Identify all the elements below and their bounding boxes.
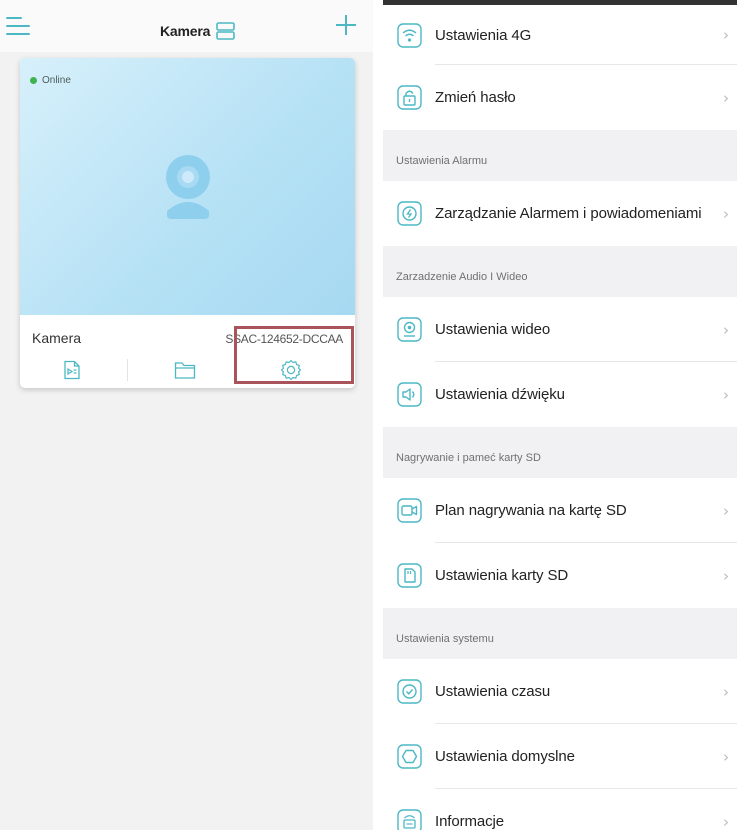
- clock-check-icon: [397, 679, 422, 704]
- row-label: Ustawienia dźwięku: [435, 386, 565, 403]
- camera-list-panel: Kamera Online Kamera SSAC-124652-DCCAA: [0, 0, 373, 830]
- row-label: Ustawienia domyslne: [435, 748, 575, 765]
- chevron-right-icon: ›: [723, 88, 729, 107]
- row-label: Informacje: [435, 813, 505, 830]
- page-title: Kamera: [160, 23, 211, 39]
- chevron-right-icon: ›: [723, 385, 729, 404]
- sd-card-icon: [397, 563, 422, 588]
- plus-icon[interactable]: [335, 14, 357, 36]
- top-bar: Kamera: [0, 0, 373, 52]
- wifi-signal-icon: [397, 22, 422, 48]
- settings-row-password[interactable]: Zmień hasło ›: [383, 65, 737, 130]
- online-dot: [30, 77, 37, 84]
- alarm-icon: [397, 201, 422, 226]
- speaker-icon: [397, 382, 422, 407]
- row-label: Ustawienia czasu: [435, 683, 551, 700]
- settings-row-time[interactable]: Ustawienia czasu ›: [383, 659, 737, 724]
- chevron-right-icon: ›: [723, 320, 729, 339]
- settings-row-info[interactable]: Informacje ›: [383, 789, 737, 830]
- chevron-right-icon: ›: [723, 682, 729, 701]
- chevron-right-icon: ›: [723, 747, 729, 766]
- camera-name: Kamera: [32, 330, 82, 346]
- camera-placeholder-icon: [166, 155, 210, 219]
- hexagon-icon: [397, 744, 422, 769]
- chevron-right-icon: ›: [723, 204, 729, 223]
- row-label: Ustawienia wideo: [435, 321, 551, 338]
- row-label: Zarządzanie Alarmem i powiadomeniami: [435, 205, 702, 222]
- hamburger-menu-icon[interactable]: [6, 17, 30, 37]
- chevron-right-icon: ›: [723, 812, 729, 830]
- section-header-alarm: Ustawienia Alarmu: [383, 130, 737, 181]
- status-badge: Online: [30, 75, 71, 86]
- section-header-recording: Nagrywanie i pameć karty SD: [383, 427, 737, 478]
- settings-row-4g[interactable]: Ustawienia 4G ›: [383, 5, 737, 65]
- chevron-right-icon: ›: [723, 566, 729, 585]
- settings-panel: Ustawienia 4G › Zmień hasło › Ustawienia…: [383, 0, 737, 830]
- settings-row-video[interactable]: Ustawienia wideo ›: [383, 297, 737, 362]
- row-label: Zmień hasło: [435, 89, 516, 106]
- device-info-icon: [397, 809, 422, 830]
- chevron-right-icon: ›: [723, 26, 729, 44]
- row-label: Ustawienia karty SD: [435, 567, 569, 584]
- playback-button[interactable]: [32, 351, 112, 388]
- section-header-audio-video: Zarzadzenie Audio I Wideo: [383, 246, 737, 297]
- status-text: Online: [42, 75, 71, 86]
- settings-row-sd-card[interactable]: Ustawienia karty SD ›: [383, 543, 737, 608]
- settings-row-sound[interactable]: Ustawienia dźwięku ›: [383, 362, 737, 427]
- row-label: Plan nagrywania na kartę SD: [435, 502, 627, 519]
- settings-row-alarm[interactable]: Zarządzanie Alarmem i powiadomeniami ›: [383, 181, 737, 246]
- settings-row-defaults[interactable]: Ustawienia domyslne ›: [383, 724, 737, 789]
- folder-icon: [174, 361, 196, 379]
- camera-preview[interactable]: Online: [20, 58, 355, 315]
- row-label: Ustawienia 4G: [435, 26, 532, 44]
- settings-row-recording-plan[interactable]: Plan nagrywania na kartę SD ›: [383, 478, 737, 543]
- divider: [127, 359, 128, 381]
- section-header-system: Ustawienia systemu: [383, 608, 737, 659]
- chevron-right-icon: ›: [723, 501, 729, 520]
- split-layout-icon[interactable]: [216, 22, 235, 40]
- webcam-icon: [397, 317, 422, 342]
- video-camera-icon: [397, 498, 422, 523]
- video-playback-icon: [64, 360, 80, 379]
- settings-highlight-box: [234, 326, 354, 384]
- lock-icon: [397, 85, 422, 110]
- files-button[interactable]: [145, 351, 225, 388]
